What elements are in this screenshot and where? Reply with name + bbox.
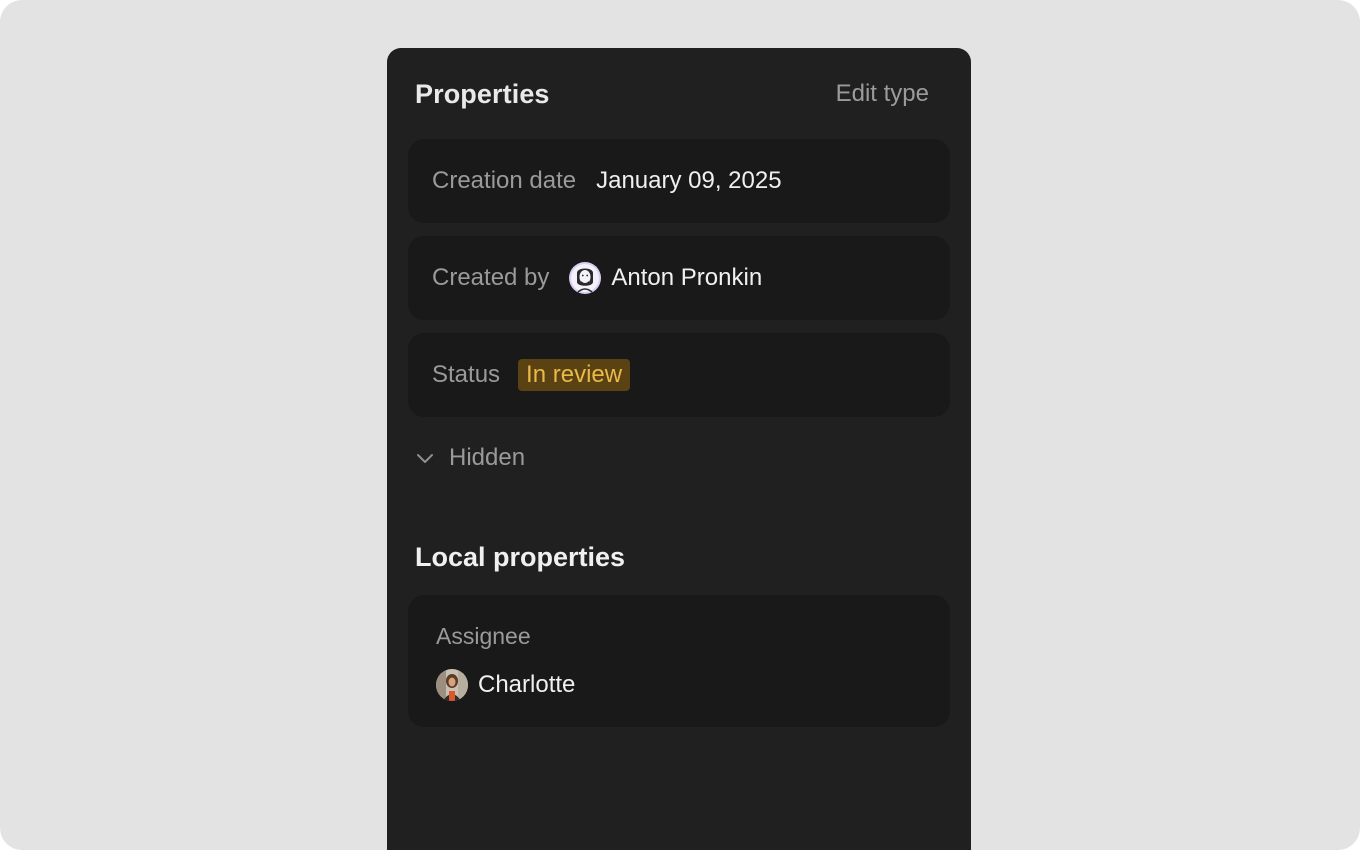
property-label: Status	[432, 361, 501, 388]
panel-header: Properties Edit type	[415, 76, 929, 112]
property-row-created-by[interactable]: Created by Anton Pronkin	[408, 236, 950, 320]
user-avatar-icon	[436, 669, 468, 701]
status-badge[interactable]: In review	[518, 359, 631, 391]
chevron-down-icon	[417, 454, 433, 463]
property-label: Creation date	[432, 167, 577, 194]
property-row-creation-date[interactable]: Creation date January 09, 2025	[408, 139, 950, 223]
assignee-value[interactable]: Charlotte	[436, 669, 575, 701]
page-background: Properties Edit type Creation date Janua…	[0, 0, 1360, 850]
hidden-section-label: Hidden	[449, 444, 526, 471]
property-row-status[interactable]: Status In review	[408, 333, 950, 417]
property-label: Assignee	[436, 623, 531, 649]
property-label: Created by	[432, 264, 550, 291]
assignee-name: Charlotte	[478, 671, 576, 698]
properties-panel: Properties Edit type Creation date Janua…	[387, 48, 971, 850]
user-avatar-icon	[569, 262, 602, 294]
section-title-local-properties: Local properties	[415, 542, 626, 572]
edit-type-button[interactable]: Edit type	[836, 80, 929, 108]
property-value: January 09, 2025	[596, 167, 782, 194]
hidden-section-toggle[interactable]: Hidden	[415, 444, 525, 472]
property-card-assignee[interactable]: Assignee Charlotte	[408, 595, 950, 727]
panel-title: Properties	[415, 78, 550, 109]
property-value: Anton Pronkin	[611, 264, 763, 291]
